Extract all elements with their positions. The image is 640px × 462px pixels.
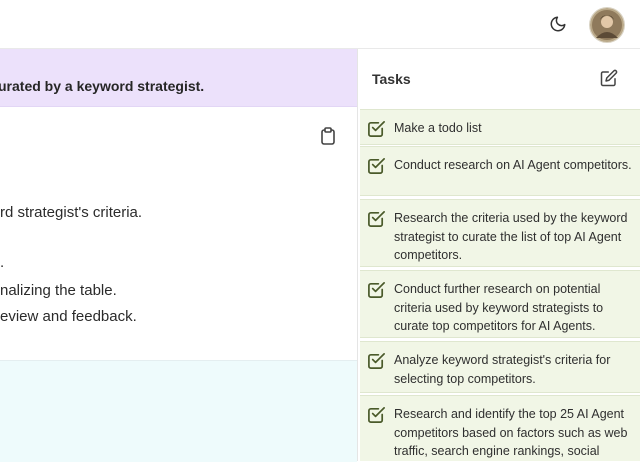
task-item[interactable]: Make a todo list (360, 109, 640, 145)
checkbox-checked-icon[interactable] (367, 119, 386, 138)
banner-text: urated by a keyword strategist. (0, 78, 205, 94)
message-line: . (0, 254, 5, 271)
checkbox-checked-icon[interactable] (367, 351, 386, 370)
task-banner: urated by a keyword strategist. (0, 49, 357, 107)
top-bar (0, 0, 640, 49)
task-item[interactable]: Analyze keyword strategist's criteria fo… (360, 341, 640, 393)
task-label: Research the criteria used by the keywor… (394, 211, 628, 262)
message-line: eview and feedback. (0, 308, 137, 325)
avatar[interactable] (589, 7, 625, 43)
message-line: rd strategist's criteria. (0, 204, 143, 221)
task-item[interactable]: Research the criteria used by the keywor… (360, 199, 640, 267)
task-item[interactable]: Conduct further research on potential cr… (360, 270, 640, 338)
tasks-title: Tasks (372, 71, 411, 87)
theme-toggle-button[interactable] (545, 11, 571, 37)
checkbox-checked-icon[interactable] (367, 156, 386, 175)
task-label: Conduct research on AI Agent competitors… (394, 158, 632, 172)
clipboard-icon (321, 127, 335, 145)
task-label: Conduct further research on potential cr… (394, 282, 604, 333)
task-label: Research and identify the top 25 AI Agen… (394, 407, 628, 458)
chat-pane: urated by a keyword strategist. rd strat… (0, 49, 357, 462)
tasks-panel: Tasks Make a todo list Conduct research … (358, 49, 640, 461)
checkbox-checked-icon[interactable] (367, 209, 386, 228)
user-avatar-image (590, 8, 624, 42)
edit-tasks-button[interactable] (600, 69, 618, 87)
checkbox-checked-icon[interactable] (367, 405, 386, 424)
message-line: nalizing the table. (0, 282, 117, 299)
task-item[interactable]: Conduct research on AI Agent competitors… (360, 146, 640, 196)
tasks-header: Tasks (358, 49, 640, 105)
edit-icon (600, 69, 618, 87)
moon-icon (550, 16, 566, 32)
task-label: Make a todo list (394, 121, 482, 135)
next-message-area (0, 360, 357, 462)
checkbox-checked-icon[interactable] (367, 280, 386, 299)
task-label: Analyze keyword strategist's criteria fo… (394, 353, 611, 386)
copy-button[interactable] (320, 127, 336, 145)
task-item[interactable]: Research and identify the top 25 AI Agen… (360, 395, 640, 461)
